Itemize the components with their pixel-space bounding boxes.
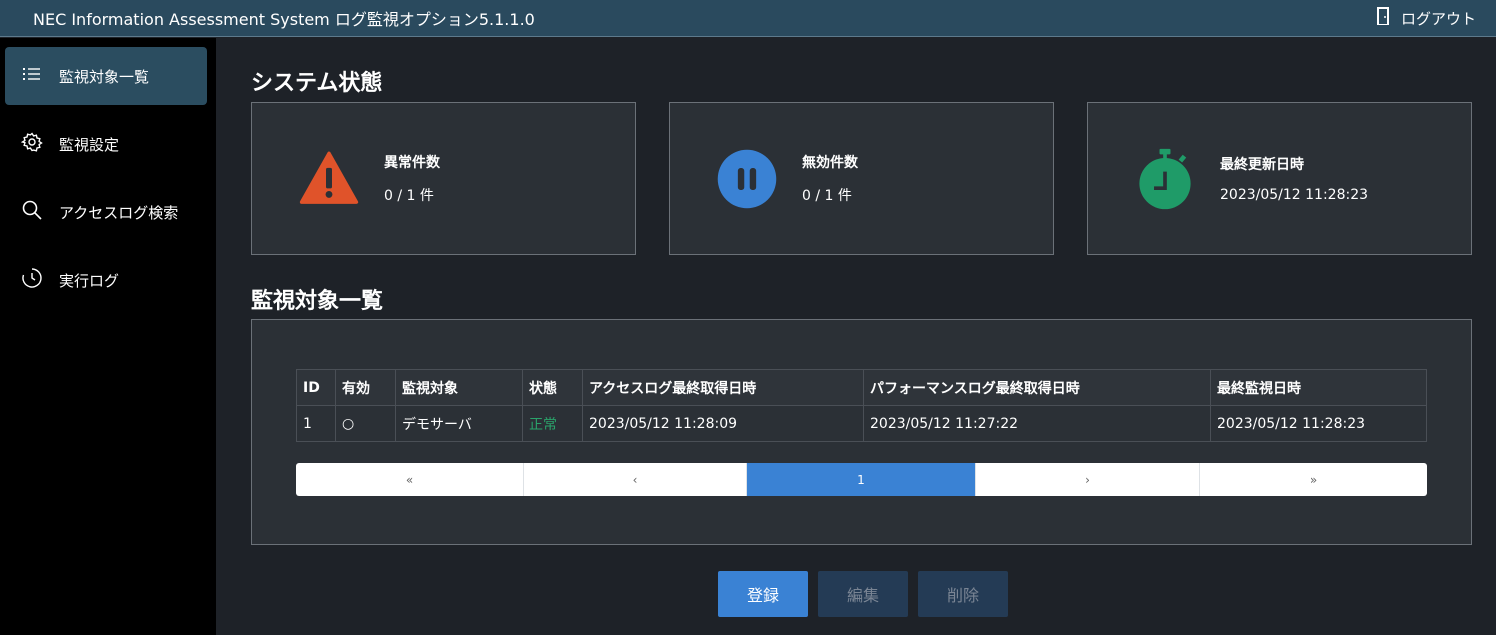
cell-status: 正常: [522, 405, 583, 442]
sidebar: 監視対象一覧 監視設定 アクセスログ検索 実行ログ: [0, 38, 216, 635]
door-icon: [1375, 6, 1391, 30]
pagination-last-button[interactable]: »: [1200, 463, 1427, 496]
pagination-first-button[interactable]: «: [296, 463, 524, 496]
monitor-table: ID 有効 監視対象 状態 アクセスログ最終取得日時 パフォーマンスログ最終取得…: [296, 369, 1427, 442]
sidebar-item-monitor-settings[interactable]: 監視設定: [5, 115, 207, 173]
app-header: NEC Information Assessment System ログ監視オプ…: [0, 0, 1496, 37]
history-clock-icon: [21, 267, 43, 293]
sidebar-item-label: 監視対象一覧: [59, 67, 150, 86]
cell-performance-log-time: 2023/05/12 11:27:22: [863, 405, 1211, 442]
main-content: システム状態 異常件数 0 / 1 件 無効件数 0 / 1 件 最終更新日時 …: [216, 38, 1496, 635]
list-icon: [21, 63, 43, 89]
pagination-page-1[interactable]: 1: [747, 463, 976, 496]
column-header-last-monitor-time[interactable]: 最終監視日時: [1210, 369, 1427, 406]
disabled-count-card: 無効件数 0 / 1 件: [669, 102, 1054, 255]
card-label: 最終更新日時: [1220, 157, 1304, 173]
cell-target: デモサーバ: [395, 405, 523, 442]
pagination: « ‹ 1 › »: [296, 463, 1427, 496]
edit-button[interactable]: 編集: [818, 571, 908, 617]
delete-button[interactable]: 削除: [918, 571, 1008, 617]
last-update-card: 最終更新日時 2023/05/12 11:28:23: [1087, 102, 1472, 255]
table-header-row: ID 有効 監視対象 状態 アクセスログ最終取得日時 パフォーマンスログ最終取得…: [296, 369, 1427, 406]
sidebar-item-access-log-search[interactable]: アクセスログ検索: [5, 183, 207, 241]
column-header-access-log-time[interactable]: アクセスログ最終取得日時: [582, 369, 864, 406]
sidebar-item-label: アクセスログ検索: [59, 203, 179, 222]
sidebar-item-execution-log[interactable]: 実行ログ: [5, 251, 207, 309]
column-header-id[interactable]: ID: [296, 369, 336, 406]
search-icon: [21, 199, 43, 225]
gear-icon: [20, 131, 43, 157]
register-button[interactable]: 登録: [718, 571, 808, 617]
card-label: 異常件数: [384, 155, 440, 171]
card-label: 無効件数: [802, 155, 858, 171]
card-value: 0 / 1 件: [384, 188, 434, 204]
system-status-title: システム状態: [251, 71, 383, 96]
pause-circle-icon: [712, 144, 782, 214]
sidebar-item-monitor-list[interactable]: 監視対象一覧: [5, 47, 207, 105]
card-value: 2023/05/12 11:28:23: [1220, 187, 1369, 203]
pagination-next-button[interactable]: ›: [976, 463, 1200, 496]
logout-button[interactable]: ログアウト: [1375, 6, 1476, 30]
monitor-list-panel: ID 有効 監視対象 状態 アクセスログ最終取得日時 パフォーマンスログ最終取得…: [251, 319, 1472, 545]
logout-label: ログアウト: [1400, 9, 1476, 28]
action-buttons: 登録 編集 削除: [718, 571, 1008, 617]
cell-last-monitor-time: 2023/05/12 11:28:23: [1210, 405, 1427, 442]
column-header-enabled[interactable]: 有効: [335, 369, 396, 406]
cell-enabled: ○: [335, 405, 396, 442]
cell-id: 1: [296, 405, 336, 442]
sidebar-item-label: 監視設定: [59, 135, 120, 154]
cell-access-log-time: 2023/05/12 11:28:09: [582, 405, 864, 442]
app-title: NEC Information Assessment System ログ監視オプ…: [33, 10, 535, 29]
column-header-target[interactable]: 監視対象: [395, 369, 523, 406]
sidebar-item-label: 実行ログ: [59, 271, 120, 290]
warning-triangle-icon: [294, 144, 364, 214]
card-value: 0 / 1 件: [802, 188, 852, 204]
column-header-status[interactable]: 状態: [522, 369, 583, 406]
table-row[interactable]: 1 ○ デモサーバ 正常 2023/05/12 11:28:09 2023/05…: [296, 405, 1427, 442]
stopwatch-icon: [1130, 144, 1200, 214]
monitor-list-title: 監視対象一覧: [251, 289, 384, 314]
pagination-prev-button[interactable]: ‹: [524, 463, 747, 496]
column-header-performance-log-time[interactable]: パフォーマンスログ最終取得日時: [863, 369, 1211, 406]
error-count-card: 異常件数 0 / 1 件: [251, 102, 636, 255]
